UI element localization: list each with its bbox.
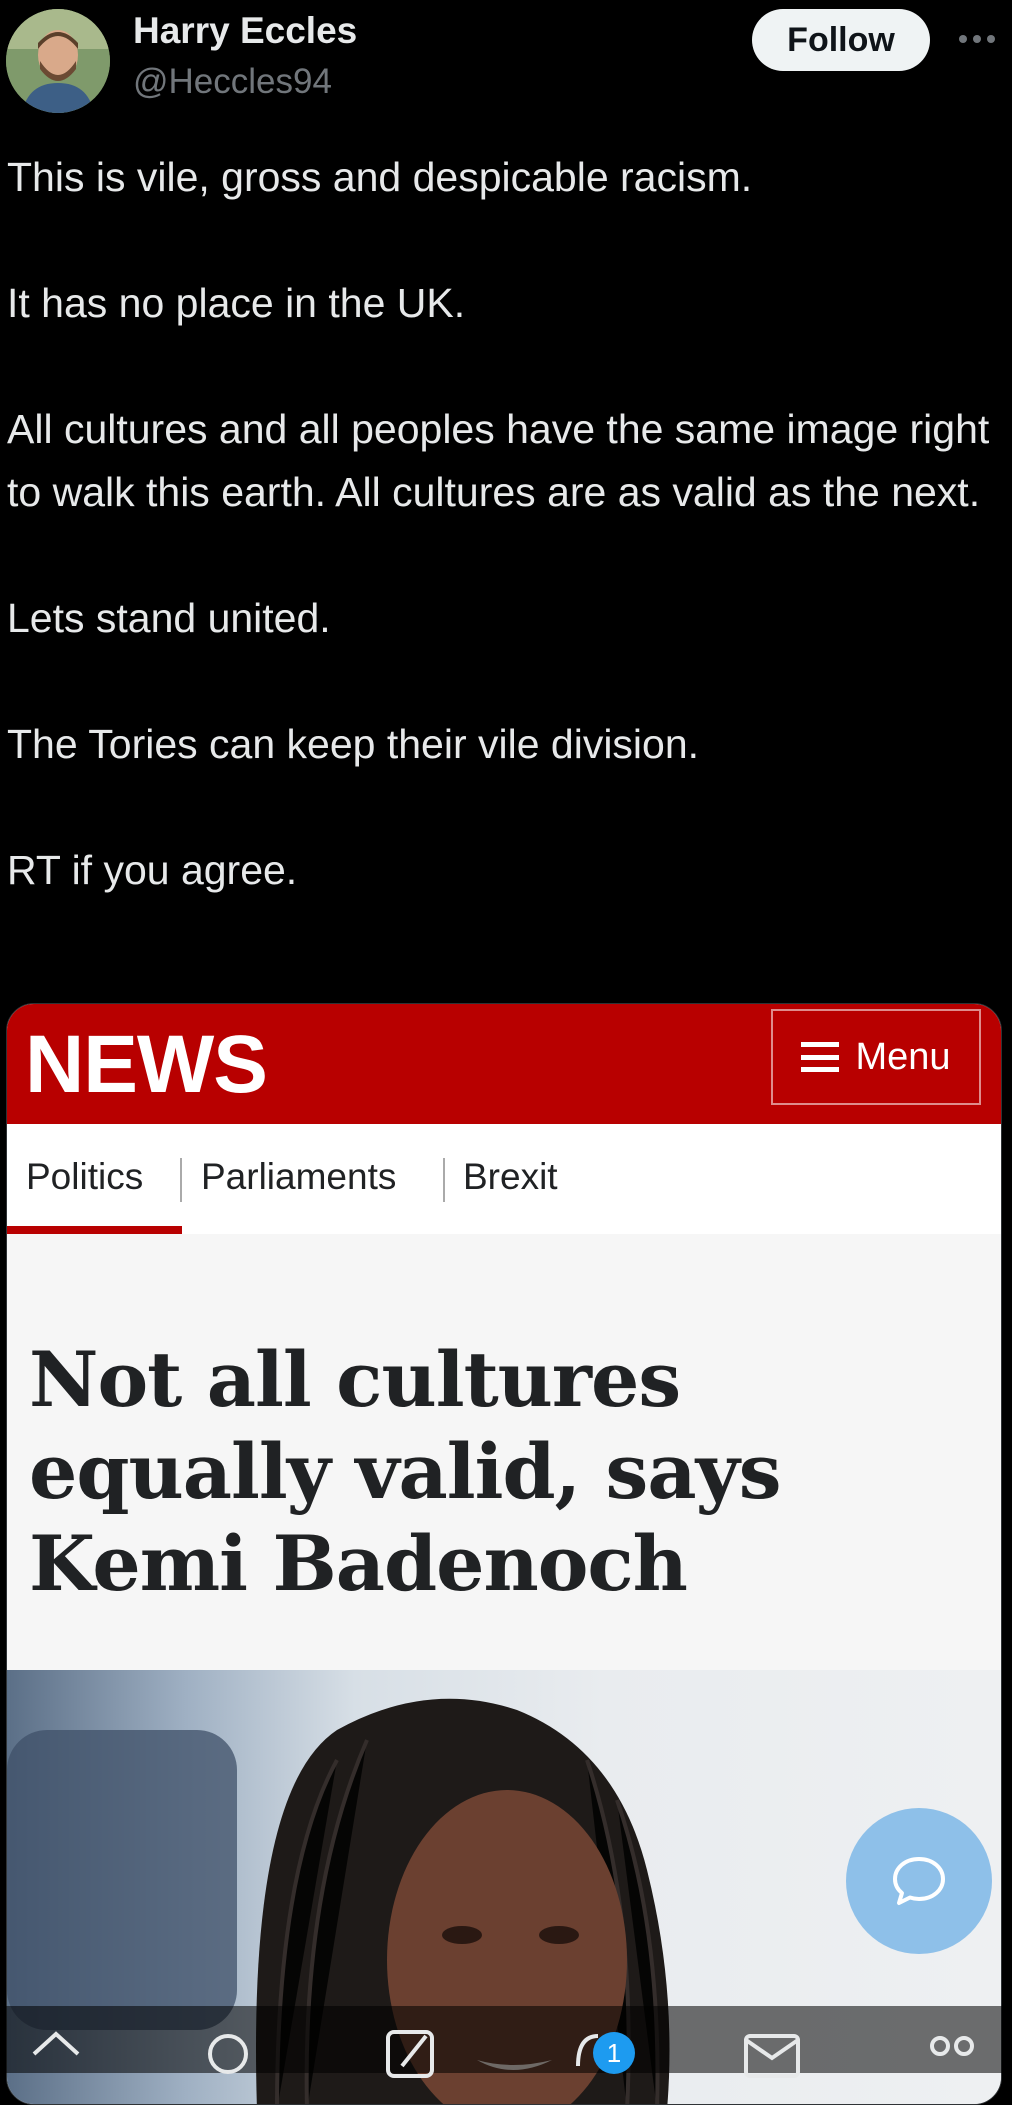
- tweet-media[interactable]: NEWS Menu Politics Parliaments Brexit No…: [6, 1003, 1002, 2105]
- search-icon[interactable]: [200, 2026, 260, 2086]
- nav-active-indicator: [7, 1226, 182, 1234]
- tweet-paragraph: RT if you agree.: [7, 847, 298, 893]
- article-headline: Not all cultures equally valid, says Kem…: [29, 1335, 782, 1608]
- tweet-paragraph: This is vile, gross and despicable racis…: [7, 154, 753, 200]
- author-handle[interactable]: @Heccles94: [133, 62, 332, 102]
- communities-icon[interactable]: [922, 2026, 982, 2086]
- avatar-image: [6, 9, 110, 113]
- menu-label: Menu: [855, 1035, 951, 1078]
- tweet-text: This is vile, gross and despicable racis…: [7, 146, 1007, 965]
- follow-button[interactable]: Follow: [752, 9, 930, 71]
- home-icon[interactable]: [26, 2026, 86, 2086]
- tweet-paragraph: The Tories can keep their vile division.: [7, 721, 700, 767]
- tweet-paragraph: Lets stand united.: [7, 595, 331, 641]
- nav-item-parliaments: Parliaments: [201, 1156, 397, 1197]
- author-name[interactable]: Harry Eccles: [133, 10, 357, 52]
- nav-divider: [180, 1158, 182, 1202]
- nav-divider: [443, 1158, 445, 1202]
- messages-icon[interactable]: [742, 2026, 802, 2086]
- news-menu-button: Menu: [771, 1009, 981, 1105]
- more-options-icon[interactable]: [955, 26, 999, 52]
- news-section-nav: Politics Parliaments Brexit: [7, 1124, 1001, 1234]
- nav-item-brexit: Brexit: [463, 1156, 558, 1197]
- news-header-bar: NEWS Menu: [7, 1004, 1001, 1124]
- tweet-paragraph: It has no place in the UK.: [7, 280, 466, 326]
- tweet-paragraph: All cultures and all peoples have the sa…: [7, 406, 990, 515]
- hamburger-icon: [801, 1042, 840, 1072]
- reply-icon: [893, 1857, 945, 1905]
- notification-badge: 1: [593, 2032, 635, 2074]
- avatar[interactable]: [6, 9, 110, 113]
- news-logo: NEWS: [25, 1019, 268, 1110]
- bottom-nav: [0, 2006, 1012, 2078]
- grok-icon[interactable]: [382, 2026, 442, 2086]
- reply-fab[interactable]: [846, 1808, 992, 1954]
- nav-item-politics: Politics: [26, 1156, 144, 1197]
